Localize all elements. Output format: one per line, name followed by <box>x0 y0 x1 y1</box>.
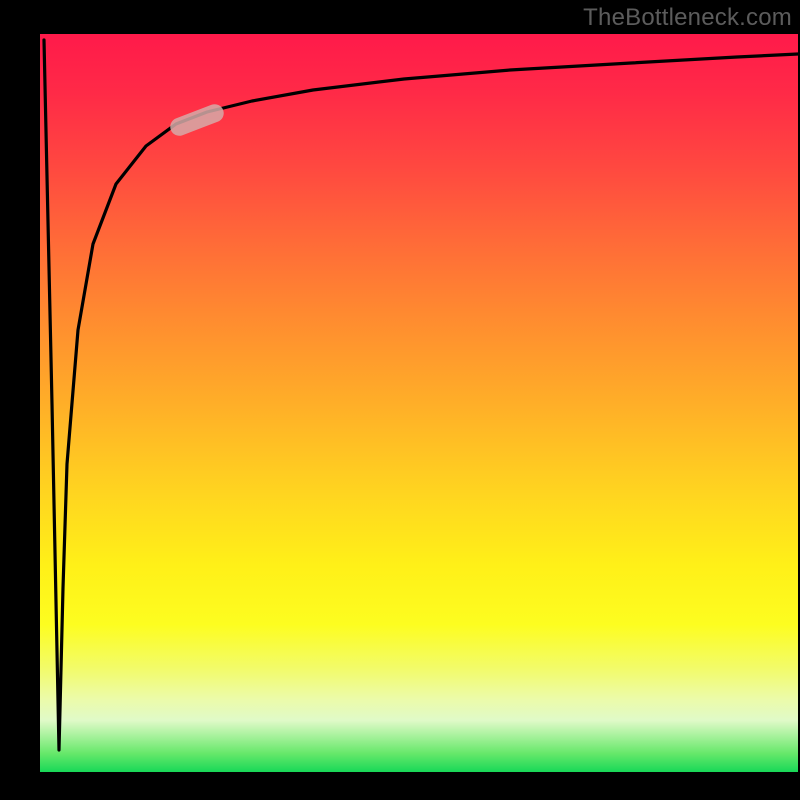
chart-frame: TheBottleneck.com <box>0 0 800 800</box>
plot-area <box>40 34 798 772</box>
watermark-text: TheBottleneck.com <box>583 4 792 32</box>
bottleneck-curve <box>44 40 798 750</box>
curve-svg <box>40 34 798 772</box>
